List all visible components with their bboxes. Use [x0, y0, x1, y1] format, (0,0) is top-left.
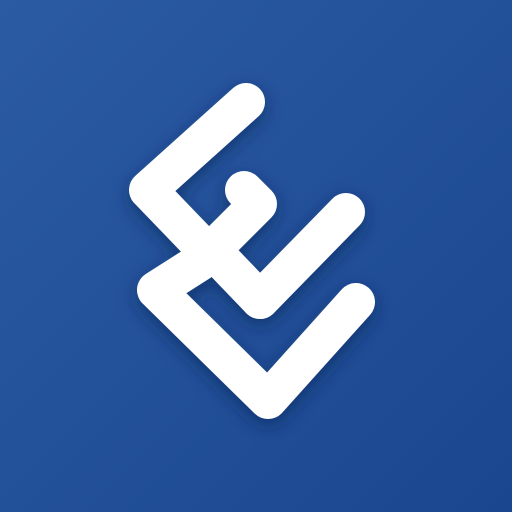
app-icon: [0, 0, 512, 512]
logo-mark: [129, 83, 375, 419]
logo-inner-joint: [193, 231, 279, 319]
stylized-e-logo-icon: [129, 83, 375, 419]
